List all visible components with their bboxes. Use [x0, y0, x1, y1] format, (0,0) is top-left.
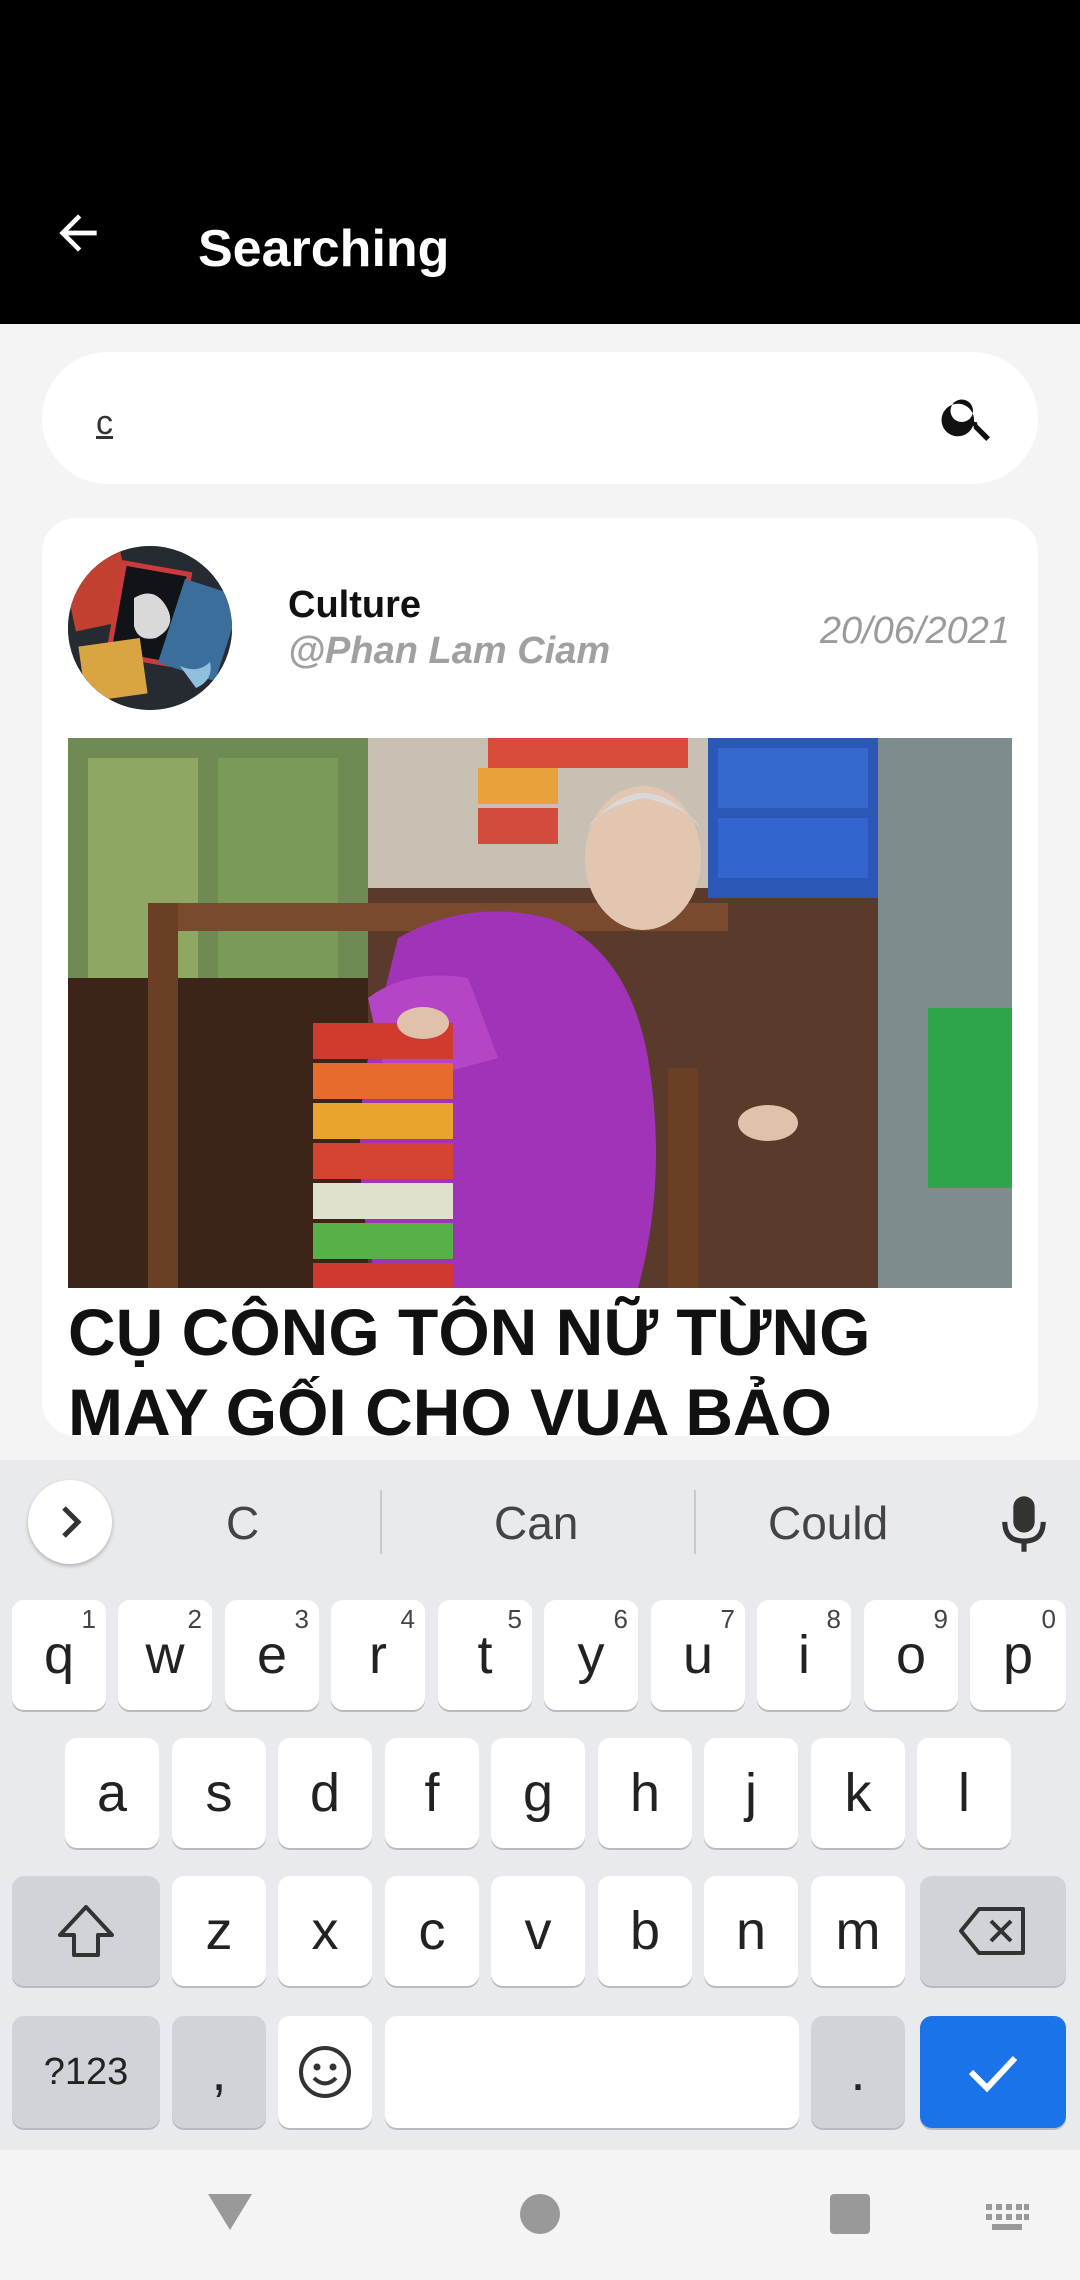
- suggestion-3[interactable]: Could: [768, 1496, 888, 1550]
- backspace-key[interactable]: [920, 1876, 1066, 1986]
- key-c[interactable]: c: [385, 1876, 479, 1986]
- key-k[interactable]: k: [811, 1738, 905, 1848]
- app-bar: [0, 112, 1080, 324]
- suggestion-divider: [694, 1490, 696, 1554]
- shift-key[interactable]: [12, 1876, 160, 1986]
- shift-icon: [58, 1905, 114, 1957]
- key-h[interactable]: h: [598, 1738, 692, 1848]
- microphone-icon[interactable]: [998, 1492, 1050, 1556]
- key-o[interactable]: o9: [864, 1600, 958, 1710]
- comma-key[interactable]: ,: [172, 2016, 266, 2128]
- suggestion-2[interactable]: Can: [494, 1496, 578, 1550]
- search-input[interactable]: [96, 396, 896, 450]
- post-image[interactable]: [68, 738, 1012, 1288]
- key-m[interactable]: m: [811, 1876, 905, 1986]
- page-title: Searching: [198, 220, 450, 278]
- post-author[interactable]: @Phan Lam Ciam: [288, 630, 610, 673]
- search-icon[interactable]: [938, 387, 998, 447]
- key-r[interactable]: r4: [331, 1600, 425, 1710]
- system-nav-bar: [0, 2150, 1080, 2280]
- key-t[interactable]: t5: [438, 1600, 532, 1710]
- avatar: [68, 546, 232, 710]
- back-arrow-icon[interactable]: [50, 205, 106, 261]
- key-a[interactable]: a: [65, 1738, 159, 1848]
- key-e[interactable]: e3: [225, 1600, 319, 1710]
- back-triangle-icon[interactable]: [206, 2192, 254, 2232]
- key-d[interactable]: d: [278, 1738, 372, 1848]
- key-z[interactable]: z: [172, 1876, 266, 1986]
- status-bar: [0, 0, 1080, 112]
- emoji-icon: [299, 2046, 351, 2098]
- key-v[interactable]: v: [491, 1876, 585, 1986]
- key-q[interactable]: q1: [12, 1600, 106, 1710]
- key-l[interactable]: l: [917, 1738, 1011, 1848]
- key-g[interactable]: g: [491, 1738, 585, 1848]
- key-j[interactable]: j: [704, 1738, 798, 1848]
- period-key[interactable]: .: [811, 2016, 905, 2128]
- symbols-key[interactable]: ?123: [12, 2016, 160, 2128]
- key-f[interactable]: f: [385, 1738, 479, 1848]
- key-p[interactable]: p0: [970, 1600, 1066, 1710]
- post-category: Culture: [288, 584, 421, 626]
- key-n[interactable]: n: [704, 1876, 798, 1986]
- key-x[interactable]: x: [278, 1876, 372, 1986]
- key-u[interactable]: u7: [651, 1600, 745, 1710]
- post-headline[interactable]: CỤ CÔNG TÔN NỮ TỪNG MAY GỐI CHO VUA BẢO: [68, 1292, 1012, 1438]
- chevron-right-icon[interactable]: [28, 1480, 112, 1564]
- space-key[interactable]: [385, 2016, 799, 2128]
- suggestion-divider: [380, 1490, 382, 1554]
- keyboard-switch-icon[interactable]: [984, 2202, 1030, 2234]
- post-date: 20/06/2021: [819, 610, 1010, 652]
- key-y[interactable]: y6: [544, 1600, 638, 1710]
- key-w[interactable]: w2: [118, 1600, 212, 1710]
- suggestion-1[interactable]: C: [226, 1496, 259, 1550]
- recents-square-icon[interactable]: [828, 2192, 872, 2236]
- checkmark-icon: [968, 2055, 1018, 2093]
- home-circle-icon[interactable]: [518, 2192, 562, 2236]
- emoji-key[interactable]: [278, 2016, 372, 2128]
- key-s[interactable]: s: [172, 1738, 266, 1848]
- key-b[interactable]: b: [598, 1876, 692, 1986]
- enter-key[interactable]: [920, 2016, 1066, 2128]
- backspace-icon: [959, 1907, 1025, 1955]
- key-i[interactable]: i8: [757, 1600, 851, 1710]
